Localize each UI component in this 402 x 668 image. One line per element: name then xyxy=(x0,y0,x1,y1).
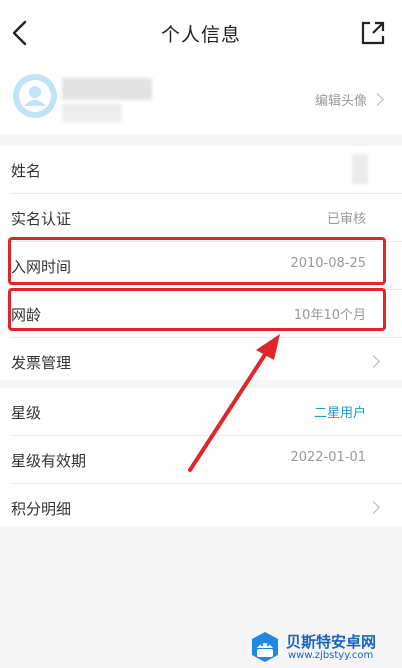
row-verification[interactable]: 实名认证 已审核 xyxy=(10,194,402,242)
row-name[interactable]: 姓名 xyxy=(10,146,402,194)
row-points[interactable]: 积分明细 xyxy=(10,484,402,531)
row-label: 星级有效期 xyxy=(11,452,87,470)
row-label: 星级 xyxy=(11,404,42,422)
chevron-right-icon xyxy=(367,355,380,368)
watermark: 贝斯特安卓网 www.zjbstyy.com xyxy=(248,628,398,666)
row-label: 积分明细 xyxy=(11,500,72,518)
row-label: 发票管理 xyxy=(11,354,72,372)
android-logo-icon xyxy=(252,632,278,662)
top-bar: 个人信息 xyxy=(0,0,402,66)
highlight-box-network-age xyxy=(8,288,386,331)
membership-group: 星级 二星用户 星级有效期 2022-01-01 积分明细 xyxy=(0,388,402,526)
chevron-right-icon xyxy=(371,93,384,106)
blurred-username xyxy=(62,78,152,100)
avatar[interactable] xyxy=(13,74,57,118)
chevron-right-icon xyxy=(367,501,380,514)
user-placeholder-icon xyxy=(19,80,51,112)
page-title: 个人信息 xyxy=(160,24,241,46)
blurred-phone xyxy=(62,104,122,122)
row-star-expiry: 星级有效期 2022-01-01 xyxy=(10,436,402,484)
row-label: 实名认证 xyxy=(11,210,72,228)
row-star-level[interactable]: 星级 二星用户 xyxy=(10,388,402,436)
row-invoice[interactable]: 发票管理 xyxy=(10,338,402,385)
blurred-name xyxy=(352,154,368,184)
highlight-box-join-date xyxy=(8,237,386,285)
share-external-icon[interactable] xyxy=(360,20,386,46)
row-value: 2022-01-01 xyxy=(290,450,366,465)
row-value: 已审核 xyxy=(326,212,366,227)
watermark-title: 贝斯特安卓网 xyxy=(286,633,377,651)
edit-avatar-button[interactable]: 编辑头像 xyxy=(314,90,384,109)
row-value: 二星用户 xyxy=(313,406,366,421)
watermark-url: www.zjbstyy.com xyxy=(288,650,374,661)
row-label: 姓名 xyxy=(11,162,42,180)
profile-section: 编辑头像 xyxy=(0,66,402,134)
edit-avatar-label: 编辑头像 xyxy=(314,94,367,109)
